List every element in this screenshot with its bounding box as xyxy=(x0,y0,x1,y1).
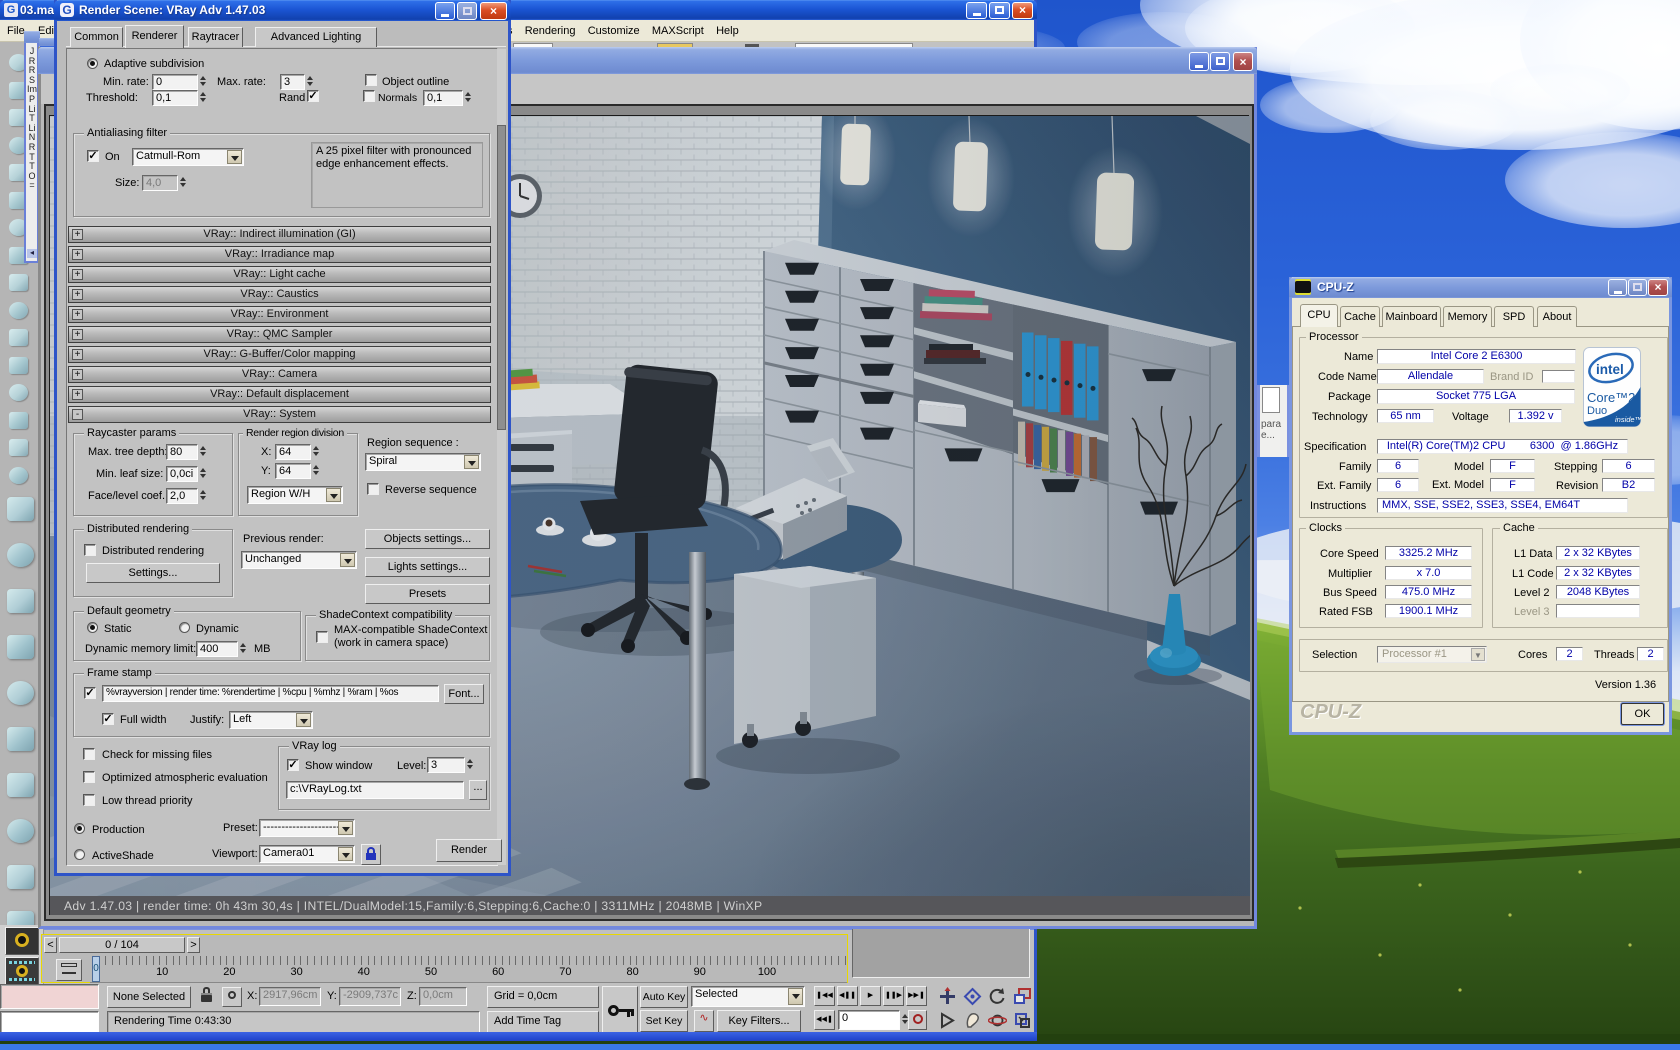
svg-text:inside™: inside™ xyxy=(1615,415,1641,424)
svg-text:intel: intel xyxy=(1596,362,1624,377)
svg-text:Core™2: Core™2 xyxy=(1587,390,1635,405)
svg-text:Adv 1.47.03 | render time: 0: Adv 1.47.03 | render time: 0h 43m 30,4s … xyxy=(64,899,762,913)
svg-text:Duo: Duo xyxy=(1587,405,1607,417)
